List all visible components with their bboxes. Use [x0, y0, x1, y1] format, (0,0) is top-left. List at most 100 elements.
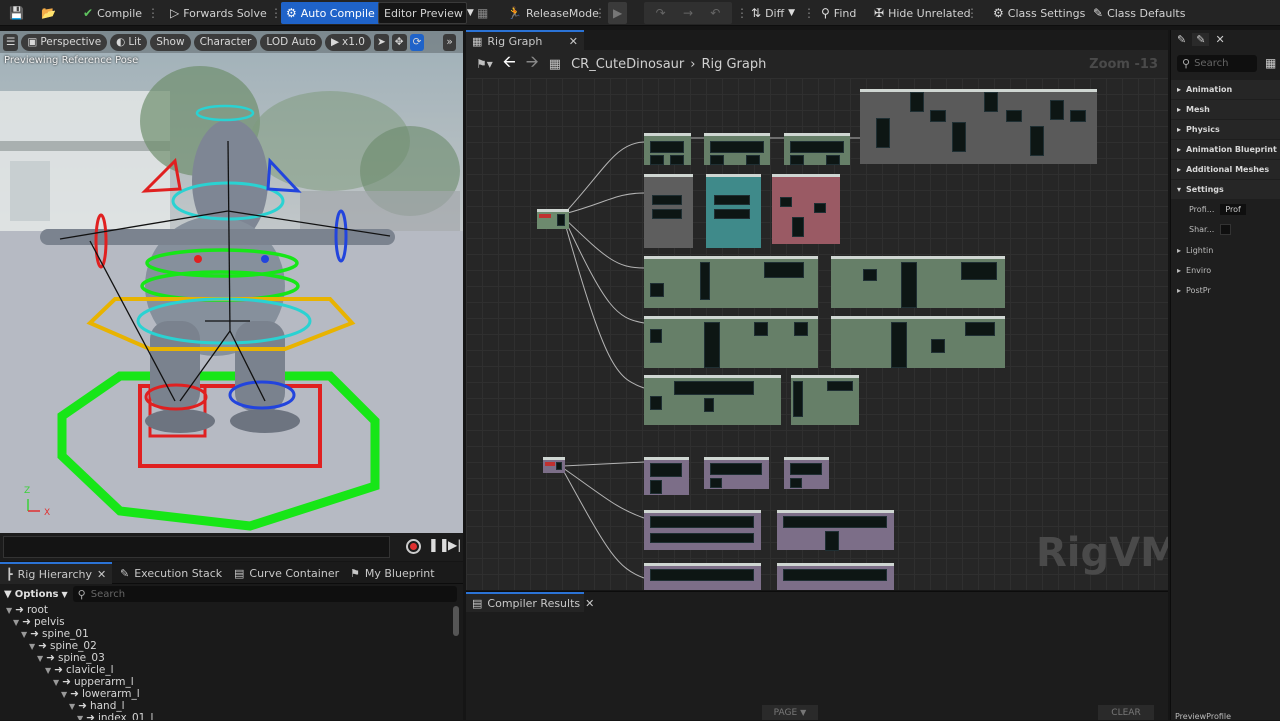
breadcrumb-asset[interactable]: CR_CuteDinosaur [571, 57, 684, 72]
timeline-scrubber[interactable] [3, 536, 390, 558]
close-icon[interactable]: ✕ [97, 568, 106, 581]
section-animation-blueprint[interactable]: ▸ Animation Blueprint [1171, 140, 1280, 159]
section-lighting[interactable]: ▸ Lightin [1171, 241, 1280, 260]
hide-unrelated-button[interactable]: ✠ Hide Unrelated [869, 2, 976, 24]
tab-curve-container[interactable]: ▤ Curve Container [228, 562, 345, 584]
tree-item-root[interactable]: ▼ ➜ root [6, 604, 48, 616]
playback-speed-button[interactable]: ▶ x1.0 [324, 33, 371, 51]
tree-item-clavicle-l[interactable]: ▼ ➜ clavicle_l [45, 664, 114, 676]
compile-button[interactable]: ✔ Compile [78, 2, 147, 24]
step-forward-button[interactable]: ▶| [448, 538, 461, 552]
pause-button[interactable]: ❚❚ [428, 538, 450, 553]
release-options-icon[interactable]: ⋮ [594, 5, 606, 21]
tree-item-hand-l[interactable]: ▼ ➜ hand_l [69, 700, 125, 712]
tree-item-upperarm-l[interactable]: ▼ ➜ upperarm_l [53, 676, 134, 688]
graph-node[interactable] [644, 174, 693, 248]
tab-execution-stack[interactable]: ✎ Execution Stack [114, 562, 228, 584]
graph-node[interactable] [706, 174, 761, 248]
section-animation[interactable]: ▸ Animation [1171, 80, 1280, 99]
graph-node[interactable] [777, 563, 894, 590]
compile-options-icon[interactable]: ⋮ [147, 5, 159, 21]
select-tool-button[interactable]: ➤ [373, 33, 389, 51]
rotate-tool-button[interactable]: ⟳ [409, 33, 425, 51]
show-button[interactable]: Show [150, 33, 191, 51]
section-settings[interactable]: ▾ Settings [1171, 180, 1280, 199]
pencil-icon[interactable]: ✎ [1177, 33, 1186, 46]
back-arrow-icon[interactable]: 🡨 [503, 51, 516, 78]
close-icon[interactable]: ✕ [1215, 33, 1224, 46]
debug-options-icon[interactable]: ⋮ [736, 5, 748, 21]
tab-compiler-results[interactable]: ▤ Compiler Results ✕ [466, 592, 594, 612]
browse-button[interactable]: 📂 [36, 2, 61, 24]
forward-arrow-icon[interactable]: 🡪 [526, 51, 539, 78]
viewport[interactable]: Z X [0, 31, 463, 533]
section-additional-meshes[interactable]: ▸ Additional Meshes [1171, 160, 1280, 179]
bookmark-icon[interactable]: ⚑▾ [476, 57, 493, 71]
page-dropdown[interactable]: PAGE ▼ [762, 705, 818, 720]
pencil-icon[interactable]: ✎ [1192, 32, 1210, 46]
close-icon[interactable]: ✕ [569, 35, 578, 48]
graph-node[interactable] [644, 510, 761, 550]
save-button[interactable]: 💾 [4, 2, 29, 24]
hide-options-icon[interactable]: ⋮ [966, 5, 978, 21]
rig-graph-canvas[interactable]: RigVM [466, 78, 1168, 590]
tab-rig-hierarchy[interactable]: ┣ Rig Hierarchy ✕ [0, 562, 112, 584]
auto-compile-button[interactable]: ⚙ Auto Compile [281, 2, 380, 24]
tree-item-spine-03[interactable]: ▼ ➜ spine_03 [37, 652, 105, 664]
graph-node[interactable] [791, 375, 859, 425]
graph-node[interactable] [644, 563, 761, 590]
grid-view-icon[interactable]: ▦ [1265, 56, 1276, 70]
section-physics[interactable]: ▸ Physics [1171, 120, 1280, 139]
details-search-input[interactable]: ⚲ Search [1177, 55, 1257, 72]
graph-node[interactable] [537, 209, 569, 229]
graph-node[interactable] [704, 457, 769, 489]
diff-dropdown[interactable]: ⇅ Diff ▼ [746, 2, 800, 24]
graph-node[interactable] [860, 89, 1097, 164]
play-button[interactable]: ▶ [608, 2, 628, 24]
profile-dropdown[interactable]: Prof [1220, 204, 1246, 215]
breadcrumb-graph[interactable]: Rig Graph [701, 57, 766, 72]
class-settings-button[interactable]: ⚙ Class Settings [988, 2, 1090, 24]
section-environment[interactable]: ▸ Enviro [1171, 261, 1280, 280]
section-postprocess[interactable]: ▸ PostPr [1171, 281, 1280, 300]
graph-node[interactable] [777, 510, 894, 551]
graph-node[interactable] [644, 457, 689, 495]
graph-node[interactable] [644, 256, 818, 308]
debug-object-button[interactable]: ▦ [472, 2, 493, 24]
shared-checkbox[interactable] [1220, 224, 1232, 235]
tree-item-pelvis[interactable]: ▼ ➜ pelvis [13, 616, 65, 628]
character-button[interactable]: Character [193, 33, 258, 51]
lod-button[interactable]: LOD Auto [260, 33, 322, 51]
clear-button[interactable]: CLEAR [1098, 705, 1154, 720]
move-tool-button[interactable]: ✥ [391, 33, 407, 51]
forwards-solve-button[interactable]: ▷ Forwards Solve [165, 2, 272, 24]
tree-item-spine-01[interactable]: ▼ ➜ spine_01 [21, 628, 89, 640]
perspective-button[interactable]: ▣ Perspective [21, 33, 108, 51]
graph-node[interactable] [644, 316, 818, 368]
tree-item-lowerarm-l[interactable]: ▼ ➜ lowerarm_l [61, 688, 140, 700]
record-button[interactable] [406, 539, 421, 554]
editor-preview-dropdown[interactable]: Editor Preview ▼ [378, 2, 474, 24]
expand-toolbar-button[interactable]: » [443, 33, 456, 51]
graph-node[interactable] [644, 375, 781, 425]
options-dropdown[interactable]: ▼ Options ▼ [4, 589, 68, 600]
solve-options-icon[interactable]: ⋮ [270, 5, 282, 21]
tab-rig-graph[interactable]: ▦ Rig Graph ✕ [466, 30, 584, 50]
graph-node[interactable] [704, 133, 770, 165]
lit-button[interactable]: ◐ Lit [110, 33, 148, 51]
tab-my-blueprint[interactable]: ⚑ My Blueprint [344, 562, 441, 584]
diff-options-icon[interactable]: ⋮ [803, 5, 815, 21]
class-defaults-button[interactable]: ✎ Class Defaults [1088, 2, 1190, 24]
close-icon[interactable]: ✕ [585, 597, 594, 610]
release-mode-button[interactable]: 🏃 ReleaseMode [502, 2, 604, 24]
graph-node[interactable] [543, 457, 565, 473]
step-controls[interactable]: ↷ → ↶ [644, 2, 732, 24]
tree-item-spine-02[interactable]: ▼ ➜ spine_02 [29, 640, 97, 652]
graph-node[interactable] [772, 174, 840, 244]
graph-node[interactable] [644, 133, 691, 165]
section-mesh[interactable]: ▸ Mesh [1171, 100, 1280, 119]
tree-item-index-01-l[interactable]: ▼ ➜ index_01_l [77, 712, 153, 720]
graph-node[interactable] [831, 316, 1005, 368]
graph-node[interactable] [784, 133, 850, 165]
viewport-menu-button[interactable]: ☰ [3, 33, 19, 51]
